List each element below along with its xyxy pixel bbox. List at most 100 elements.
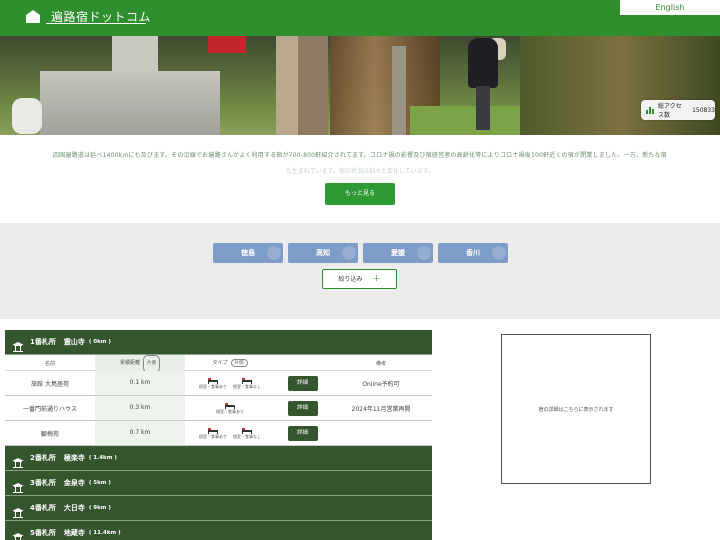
detail-placeholder: 宿の詳細はこちらに表示されます (538, 406, 614, 413)
red-sign (208, 36, 246, 53)
pref-button-kagawa[interactable]: 香川 (438, 243, 508, 263)
site-header: 遍路宿ドットコム English (0, 0, 720, 36)
col-distance-label: 累積距離 (119, 360, 140, 366)
access-label: 総アクセス数 (658, 103, 682, 119)
lodging-table-header: 名前 累積距離 片側 タイプ 片側 備考 (5, 355, 432, 373)
lodging-distance: 0.7 km (95, 421, 185, 445)
bar-chart-icon (646, 106, 654, 114)
house-icon (25, 9, 41, 24)
temple-distance: ( 5km ) (88, 480, 111, 486)
lodging-row: 観梅苑 0.7 km 個室・食事あり 個室・食事なし 詳細 (5, 421, 432, 446)
bed-icon (242, 427, 252, 434)
access-count: 150833 (692, 106, 715, 114)
lodging-detail-cell: 詳細 (275, 425, 330, 441)
pref-deco (342, 246, 356, 260)
forest (520, 36, 720, 135)
temple-header-4[interactable]: 4番札所 大日寺 ( 9km ) (5, 496, 432, 521)
col-distance[interactable]: 累積距離 片側 (95, 355, 185, 373)
bed-icon (225, 402, 235, 409)
stone-post (392, 46, 406, 135)
lodging-type: 個室・食事あり (199, 377, 227, 390)
lodging-type-label: 個室・食事あり (199, 433, 227, 439)
pref-deco (417, 246, 431, 260)
more-button[interactable]: もっと見る (325, 183, 395, 205)
plus-icon: ＋ (372, 274, 381, 283)
pref-button-kochi[interactable]: 高知 (288, 243, 358, 263)
col-note: 備考 (375, 360, 386, 367)
temple-number: 1番札所 (30, 338, 56, 346)
pref-label: 愛媛 (391, 249, 405, 257)
statue (12, 98, 42, 134)
hiker (468, 38, 498, 88)
intro-line-1: 四国遍路道は延べ1400kmにも及びます。その沿線でお遍路さんがよく利用する宿が… (52, 152, 667, 159)
temple-icon (12, 503, 24, 518)
detail-button[interactable]: 詳細 (287, 375, 318, 391)
lodging-distance: 0.1 km (95, 371, 185, 395)
narrow-down-button[interactable]: 絞り込み ＋ (322, 269, 397, 289)
lodging-type-label: 個室・食事なし (233, 433, 261, 439)
pref-deco (267, 246, 281, 260)
temple-header-2[interactable]: 2番札所 極楽寺 ( 1.4km ) (5, 446, 432, 471)
pref-deco (492, 246, 506, 260)
temple-number: 2番札所 (30, 454, 56, 462)
temple-name: 地蔵寺 (63, 529, 85, 537)
pref-button-tokushima[interactable]: 徳島 (213, 243, 283, 263)
temple-distance: ( 0km ) (88, 339, 111, 345)
lodging-detail-cell: 詳細 (275, 400, 330, 416)
temple-icon (12, 478, 24, 493)
intro-text: 四国遍路道は延べ1400kmにも及びます。その沿線でお遍路さんがよく利用する宿が… (0, 150, 720, 175)
moss-ground (410, 106, 520, 135)
col-type[interactable]: タイプ 片側 (185, 359, 275, 367)
wooden-post (298, 36, 328, 135)
temple-header-3[interactable]: 3番札所 金泉寺 ( 5km ) (5, 471, 432, 496)
lodging-note: Online予約可 (362, 380, 400, 388)
lodging-row: 旅館 大鳥居苑 0.1 km 個室・食事あり 個室・食事なし 詳細 Online… (5, 371, 432, 396)
lodging-type-label: 個室・食事なし (233, 383, 261, 389)
col-type-label: タイプ (212, 360, 228, 366)
temple-name: 大日寺 (63, 504, 85, 512)
lodging-types: 個室・食事あり 個室・食事なし (185, 427, 275, 440)
detail-button[interactable]: 詳細 (287, 425, 318, 441)
lodging-type: 個室・食事なし (233, 377, 261, 390)
pref-button-ehime[interactable]: 愛媛 (363, 243, 433, 263)
lodging-name: 観梅苑 (40, 430, 59, 438)
hiker-legs (476, 86, 490, 130)
lodging-row: 一番門前通りハウス 0.3 km 個室・食事あり 詳細 2024年11月営業再開 (5, 396, 432, 421)
temple-name: 金泉寺 (63, 479, 85, 487)
detail-button[interactable]: 詳細 (287, 400, 318, 416)
temple-header-1[interactable]: 1番札所 霊山寺 ( 0km ) (5, 330, 432, 355)
lodging-types: 個室・食事あり 個室・食事なし (185, 377, 275, 390)
logo-underline (46, 23, 146, 24)
lodging-types: 個室・食事あり (185, 402, 275, 415)
pref-label: 高知 (316, 249, 330, 257)
english-button[interactable]: English (620, 0, 720, 15)
bed-icon (208, 377, 218, 384)
lodging-type: 個室・食事あり (216, 402, 244, 415)
temple-number: 5番札所 (30, 529, 56, 537)
access-counter: 総アクセス数 150833 (641, 100, 715, 120)
temple-header-5[interactable]: 5番札所 地蔵寺 ( 11.4km ) (5, 521, 432, 540)
intro-line-2: も生まれています。宿の状況は刻々と変化しています。 (285, 168, 435, 175)
type-sort-pill[interactable]: 片側 (230, 359, 248, 367)
lodging-type: 個室・食事なし (233, 427, 261, 440)
bed-icon (208, 427, 218, 434)
lodging-type: 個室・食事あり (199, 427, 227, 440)
temple-number: 4番札所 (30, 504, 56, 512)
lodging-type-label: 個室・食事あり (199, 383, 227, 389)
lodging-type-label: 個室・食事あり (216, 408, 244, 414)
wooden-post (276, 36, 298, 135)
hero-image (0, 36, 720, 135)
temple-distance: ( 11.4km ) (88, 530, 121, 536)
bed-icon (242, 377, 252, 384)
lodging-distance: 0.3 km (95, 396, 185, 420)
temple-list: 1番札所 霊山寺 ( 0km ) 名前 累積距離 片側 タイプ 片側 備考 旅館 大… (5, 330, 432, 540)
lodging-detail-panel: 宿の詳細はこちらに表示されます (501, 334, 651, 484)
narrow-down-label: 絞り込み (338, 276, 363, 283)
temple-icon (12, 337, 24, 352)
lodging-name: 旅館 大鳥居苑 (31, 380, 69, 388)
lodging-note: 2024年11月営業再開 (351, 405, 411, 413)
pref-label: 徳島 (241, 249, 255, 257)
lodging-detail-cell: 詳細 (275, 375, 330, 391)
stone-pillar (112, 36, 158, 76)
stone-wall (40, 71, 220, 135)
